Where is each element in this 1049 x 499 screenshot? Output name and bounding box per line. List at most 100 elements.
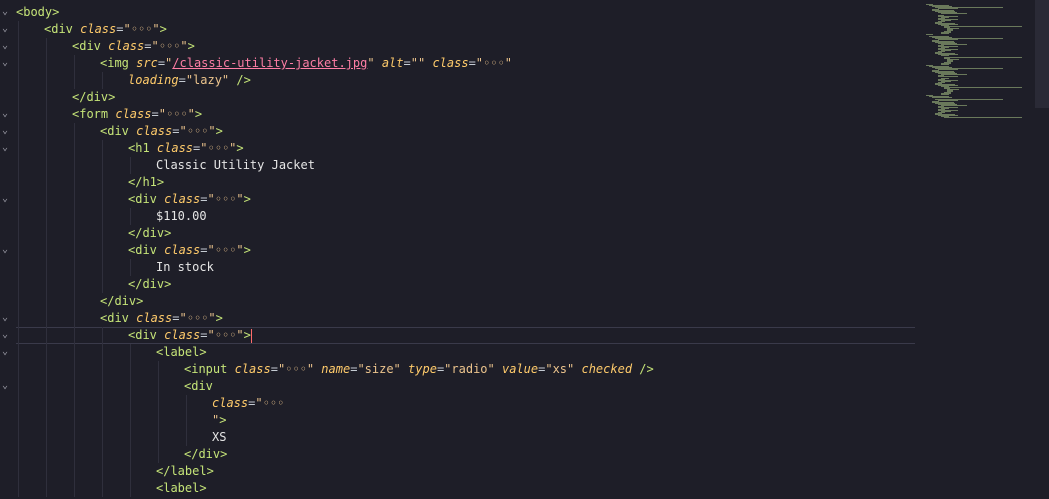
minimap-line <box>941 13 968 15</box>
code-token-tag: </label> <box>156 464 214 478</box>
code-token-tag: /> <box>632 362 654 376</box>
code-line[interactable]: <div <box>16 378 916 395</box>
code-token-tag: <form <box>72 107 116 121</box>
code-line[interactable]: <div class="◦◦◦"> <box>16 327 916 344</box>
code-editor[interactable]: ⌄ ⌄ ⌄ ⌄ ⌄ ⌄ ⌄ ⌄ ⌄ ⌄ ⌄ ⌄ ⌄ <body> <div class="◦◦◦"> <di… <box>0 0 1049 499</box>
code-line[interactable]: </div> <box>16 446 916 463</box>
code-line[interactable]: <form class="◦◦◦"> <box>16 106 916 123</box>
code-token-eq: = <box>468 56 476 70</box>
code-line[interactable]: </label> <box>16 463 916 480</box>
code-token-attr: class <box>164 328 201 342</box>
code-token-eq: = <box>157 56 166 70</box>
code-token-str: "size" <box>357 362 401 376</box>
fold-chevron-icon[interactable]: ⌄ <box>2 245 12 255</box>
fold-gutter: ⌄ ⌄ ⌄ ⌄ ⌄ ⌄ ⌄ ⌄ ⌄ ⌄ ⌄ ⌄ ⌄ <box>0 0 14 499</box>
code-token-text: Classic Utility Jacket <box>156 158 315 172</box>
fold-chevron-icon[interactable]: ⌄ <box>2 58 12 68</box>
code-line[interactable]: <div class="◦◦◦"> <box>16 310 916 327</box>
code-token-text: In stock <box>156 260 214 274</box>
code-line[interactable]: </h1> <box>16 174 916 191</box>
minimap-line <box>941 94 950 96</box>
fold-chevron-icon[interactable]: ⌄ <box>2 143 12 153</box>
code-line[interactable]: <input class="◦◦◦" name="size" type="rad… <box>16 361 916 378</box>
code-line[interactable]: loading="lazy" /> <box>16 72 916 89</box>
code-token-tag: <label> <box>156 481 207 495</box>
fold-chevron-icon[interactable]: ⌄ <box>2 330 12 340</box>
code-token-tag: <div <box>128 243 165 257</box>
code-line[interactable]: <label> <box>16 344 916 361</box>
code-line[interactable]: "> <box>16 412 916 429</box>
code-token-tag: <div <box>72 39 109 53</box>
code-line[interactable]: </div> <box>16 276 916 293</box>
code-token-attr: class <box>108 39 145 53</box>
code-token-tag: </div> <box>128 226 172 240</box>
minimap-line <box>944 26 1022 28</box>
code-token-attr: alt <box>381 56 404 70</box>
code-token-attr: class <box>156 141 194 155</box>
code-line[interactable]: </div> <box>16 89 916 106</box>
code-token-tag: <label> <box>156 345 207 359</box>
vertical-scrollbar[interactable] <box>1035 0 1049 108</box>
code-line[interactable]: <img src="/classic-utility-jacket.jpg" a… <box>16 55 916 72</box>
code-token-str: "◦◦◦" <box>200 141 237 155</box>
code-token-tag: </h1> <box>128 175 165 189</box>
code-token-tag: <div <box>100 311 137 325</box>
code-line[interactable]: In stock <box>16 259 916 276</box>
minimap-line <box>938 99 959 101</box>
code-token-link: /classic-utility-jacket.jpg <box>172 56 368 70</box>
code-line[interactable]: <div class="◦◦◦"> <box>16 38 916 55</box>
code-token-str: "xs" <box>545 362 575 376</box>
fold-chevron-icon[interactable]: ⌄ <box>2 194 12 204</box>
code-token-tag: > <box>215 311 223 325</box>
code-line[interactable]: </div> <box>16 225 916 242</box>
code-token-tag: <body> <box>16 5 60 19</box>
fold-chevron-icon[interactable]: ⌄ <box>2 381 12 391</box>
code-line[interactable]: XS <box>16 429 916 446</box>
code-line[interactable]: Classic Utility Jacket <box>16 157 916 174</box>
code-token-tag: > <box>219 413 227 427</box>
code-lines[interactable]: <body> <div class="◦◦◦"> <div class="◦◦◦">… <box>16 4 916 497</box>
code-token-str: "◦◦◦" <box>158 107 195 121</box>
code-line[interactable]: <h1 class="◦◦◦"> <box>16 140 916 157</box>
code-token-eq: = <box>151 107 159 121</box>
fold-chevron-icon[interactable]: ⌄ <box>2 313 12 323</box>
code-token-eq: = <box>270 362 278 376</box>
code-token-tag: > <box>187 39 195 53</box>
fold-chevron-icon[interactable]: ⌄ <box>2 126 12 136</box>
code-token-attr: class <box>115 107 152 121</box>
code-token-str: " <box>367 56 375 70</box>
fold-chevron-icon[interactable]: ⌄ <box>2 41 12 51</box>
code-token-tag: <img <box>100 56 137 70</box>
code-line[interactable]: <div class="◦◦◦"> <box>16 191 916 208</box>
code-line[interactable]: $110.00 <box>16 208 916 225</box>
code-line[interactable]: <body> <box>16 4 916 21</box>
code-token-text: $110.00 <box>156 209 207 223</box>
code-token-text: XS <box>212 430 227 444</box>
code-line[interactable]: <div class="◦◦◦"> <box>16 242 916 259</box>
code-token-tag: <div <box>184 379 213 393</box>
code-line[interactable]: </div> <box>16 293 916 310</box>
code-token-tag: > <box>159 22 167 36</box>
code-token-tag: <div <box>100 124 137 138</box>
minimap[interactable] <box>920 0 1035 499</box>
code-line[interactable]: class="◦◦◦ <box>16 395 916 412</box>
code-token-str: "◦◦◦" <box>179 124 216 138</box>
fold-chevron-icon[interactable]: ⌄ <box>2 24 12 34</box>
code-token-str: "◦◦◦" <box>207 243 244 257</box>
minimap-line <box>938 69 959 71</box>
code-line[interactable]: <div class="◦◦◦"> <box>16 123 916 140</box>
minimap-line <box>944 86 1022 88</box>
code-line[interactable]: <label> <box>16 480 916 497</box>
code-token-tag: </div> <box>100 294 144 308</box>
minimap-line <box>944 56 1022 58</box>
code-line[interactable]: <div class="◦◦◦"> <box>16 21 916 38</box>
code-token-attr: loading <box>128 73 179 87</box>
fold-chevron-icon[interactable]: ⌄ <box>2 109 12 119</box>
code-token-attr: type <box>408 362 437 376</box>
code-token-tag: > <box>194 107 203 121</box>
text-caret <box>250 328 252 343</box>
fold-chevron-icon[interactable]: ⌄ <box>2 7 12 17</box>
code-token-attr: class <box>136 311 173 325</box>
fold-chevron-icon[interactable]: ⌄ <box>2 347 12 357</box>
